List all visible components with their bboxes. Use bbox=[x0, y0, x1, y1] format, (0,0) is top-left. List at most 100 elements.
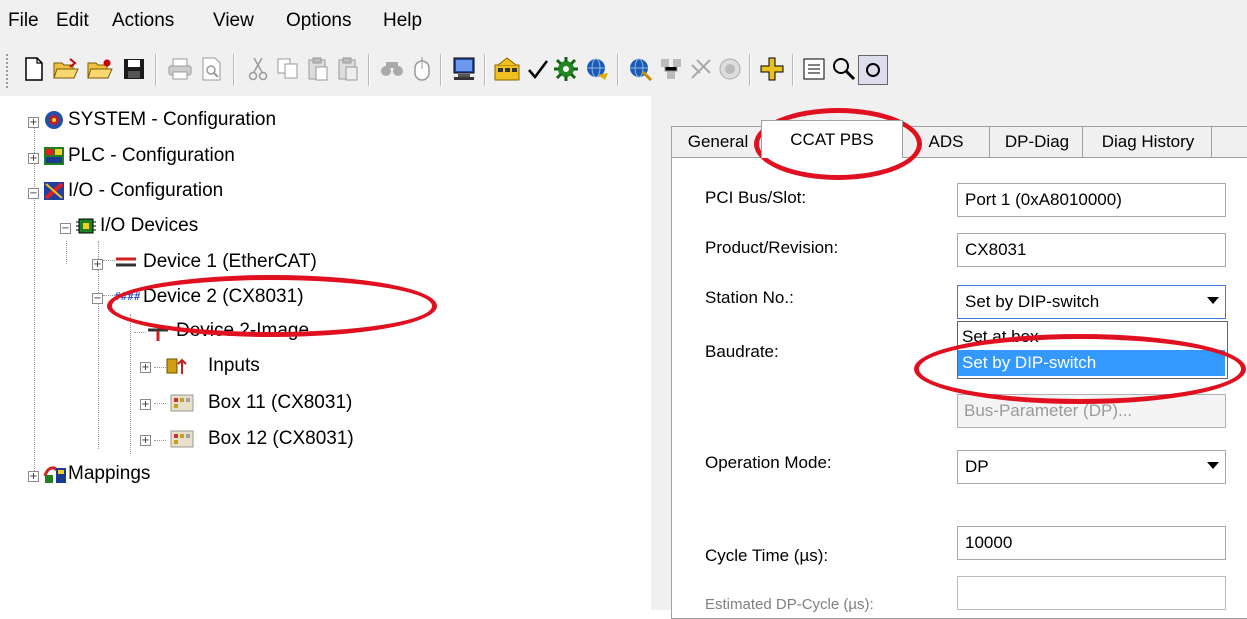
io-devices-icon bbox=[75, 216, 97, 236]
tab-ads[interactable]: ADS bbox=[900, 126, 992, 157]
open-remote-icon[interactable] bbox=[86, 55, 114, 83]
box-icon bbox=[170, 429, 194, 449]
option-set-by-dip-switch[interactable]: Set by DIP-switch bbox=[958, 350, 1225, 376]
check-icon[interactable] bbox=[524, 55, 552, 83]
mappings-icon bbox=[43, 464, 66, 484]
tab-diag-history[interactable]: Diag History bbox=[1082, 126, 1214, 157]
paste-special-icon[interactable] bbox=[334, 55, 362, 83]
menu-view[interactable]: View bbox=[213, 10, 254, 32]
expand-toggle[interactable]: + bbox=[92, 259, 103, 270]
toolbar-separator bbox=[155, 54, 157, 86]
expand-toggle[interactable]: + bbox=[140, 399, 151, 410]
menu-options[interactable]: Options bbox=[286, 10, 351, 32]
pci-label: PCI Bus/Slot: bbox=[705, 188, 807, 207]
zoom-icon[interactable] bbox=[830, 55, 858, 83]
station-select[interactable]: Set by DIP-switch bbox=[957, 285, 1226, 319]
expand-toggle[interactable]: + bbox=[28, 471, 39, 482]
baudrate-label: Baudrate: bbox=[705, 342, 779, 361]
tab-dp-diag[interactable]: DP-Diag bbox=[989, 126, 1085, 157]
show-online-icon[interactable] bbox=[657, 55, 685, 83]
list-icon[interactable] bbox=[800, 55, 828, 83]
tab-ccat-pbs[interactable]: CCAT PBS bbox=[761, 120, 903, 158]
properties-pane: General CCAT PBS ADS DP-Diag Diag Histor… bbox=[661, 96, 1247, 619]
product-field[interactable]: CX8031 bbox=[957, 233, 1226, 267]
tree-item-device1[interactable]: Device 1 (EtherCAT) bbox=[143, 245, 317, 279]
tree-line bbox=[154, 367, 166, 368]
menu-help[interactable]: Help bbox=[383, 10, 422, 32]
tree-item-device2[interactable]: Device 2 (CX8031) bbox=[143, 280, 304, 314]
tree-line bbox=[98, 241, 99, 449]
tree-item-inputs[interactable]: Inputs bbox=[208, 349, 260, 383]
menu-actions[interactable]: Actions bbox=[112, 10, 174, 32]
menu-edit[interactable]: Edit bbox=[56, 10, 89, 32]
operation-mode-select[interactable]: DP bbox=[957, 450, 1226, 484]
tree-item-system[interactable]: SYSTEM - Configuration bbox=[68, 103, 276, 137]
pci-field[interactable]: Port 1 (0xA8010000) bbox=[957, 183, 1226, 217]
print-preview-icon[interactable] bbox=[198, 55, 226, 83]
box-icon bbox=[170, 393, 194, 413]
tree-line bbox=[134, 332, 146, 333]
toolbar-separator bbox=[484, 54, 486, 86]
device-image-icon bbox=[146, 321, 168, 341]
cycle-time-label: Cycle Time (µs): bbox=[705, 546, 829, 565]
scan-devices-icon[interactable] bbox=[626, 55, 654, 83]
tree-item-mappings[interactable]: Mappings bbox=[68, 457, 150, 491]
copy-icon[interactable] bbox=[274, 55, 302, 83]
expand-toggle[interactable]: + bbox=[140, 362, 151, 373]
menu-file[interactable]: File bbox=[8, 10, 39, 32]
open-file-icon[interactable] bbox=[52, 55, 80, 83]
bus-parameter-button[interactable]: Bus-Parameter (DP)... bbox=[957, 394, 1226, 428]
monitor-icon[interactable] bbox=[450, 55, 478, 83]
tree-line bbox=[34, 122, 35, 475]
tree-pane: + SYSTEM - Configuration + PLC - Configu… bbox=[0, 96, 651, 610]
toggle-icon[interactable] bbox=[687, 55, 715, 83]
toolbar-separator bbox=[749, 54, 751, 86]
add-icon[interactable] bbox=[758, 55, 786, 83]
find-icon[interactable] bbox=[378, 55, 406, 83]
tree-item-device2-image[interactable]: Device 2-Image bbox=[176, 314, 309, 348]
chevron-down-icon[interactable] bbox=[1207, 462, 1219, 469]
set-run-mode-icon[interactable] bbox=[552, 55, 580, 83]
stop-icon[interactable] bbox=[716, 55, 744, 83]
collapse-toggle[interactable]: − bbox=[60, 223, 71, 234]
collapse-toggle[interactable]: − bbox=[28, 188, 39, 199]
toolbar-separator bbox=[233, 54, 235, 86]
tree-item-io[interactable]: I/O - Configuration bbox=[68, 174, 223, 208]
tree-line bbox=[130, 314, 131, 454]
expand-toggle[interactable]: + bbox=[28, 117, 39, 128]
tree-item-plc[interactable]: PLC - Configuration bbox=[68, 139, 235, 173]
tab-more[interactable] bbox=[1211, 126, 1247, 157]
tree-line bbox=[154, 440, 166, 441]
toolbar-grip[interactable] bbox=[6, 54, 11, 88]
menu-bar: File Edit Actions View Options Help bbox=[0, 0, 1247, 47]
svg-text:####: #### bbox=[114, 290, 140, 303]
tree-item-box11[interactable]: Box 11 (CX8031) bbox=[208, 386, 352, 420]
activate-config-icon[interactable] bbox=[493, 55, 521, 83]
ethercat-device-icon bbox=[114, 252, 136, 272]
cut-icon[interactable] bbox=[244, 55, 272, 83]
cycle-time-field[interactable]: 10000 bbox=[957, 526, 1226, 560]
estimated-cycle-label: Estimated DP-Cycle (µs): bbox=[705, 596, 874, 613]
tree-item-box12[interactable]: Box 12 (CX8031) bbox=[208, 422, 354, 456]
toolbar-separator bbox=[440, 54, 442, 86]
collapse-toggle[interactable]: − bbox=[92, 293, 103, 304]
ccat-pbs-panel: PCI Bus/Slot: Port 1 (0xA8010000) Produc… bbox=[671, 157, 1247, 619]
tree-line bbox=[154, 403, 166, 404]
save-icon[interactable] bbox=[120, 55, 148, 83]
more-icon[interactable] bbox=[858, 55, 888, 85]
paste-icon[interactable] bbox=[304, 55, 332, 83]
profibus-device-icon: #### bbox=[114, 286, 141, 306]
expand-toggle[interactable]: + bbox=[140, 435, 151, 446]
new-file-icon[interactable] bbox=[20, 55, 48, 83]
mouse-icon[interactable] bbox=[408, 55, 436, 83]
toolbar-separator bbox=[792, 54, 794, 86]
tab-general[interactable]: General bbox=[671, 126, 765, 157]
expand-toggle[interactable]: + bbox=[28, 153, 39, 164]
option-set-at-box[interactable]: Set at box bbox=[958, 324, 1225, 350]
operation-mode-label: Operation Mode: bbox=[705, 453, 832, 472]
chevron-down-icon[interactable] bbox=[1207, 297, 1219, 304]
tree-item-io-devices[interactable]: I/O Devices bbox=[100, 209, 198, 243]
print-icon[interactable] bbox=[166, 55, 194, 83]
free-run-icon[interactable] bbox=[583, 55, 611, 83]
toolbar bbox=[0, 46, 1247, 97]
